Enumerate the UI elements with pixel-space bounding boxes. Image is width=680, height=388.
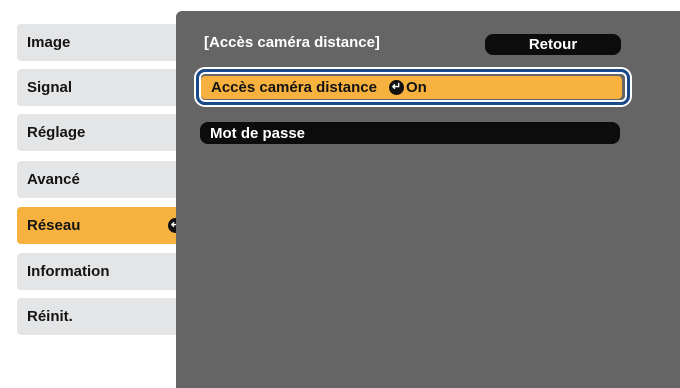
menu-item-label: Information: [27, 263, 110, 280]
option-label: Accès caméra distance: [211, 79, 377, 96]
menu-item-label: Image: [27, 34, 71, 51]
menu-item-information[interactable]: Information: [17, 253, 193, 290]
menu-item-label: Réseau: [27, 217, 81, 234]
menu-item-label: Avancé: [27, 171, 80, 188]
back-button[interactable]: Retour: [485, 34, 621, 55]
menu-item-reglage[interactable]: Réglage: [17, 114, 193, 151]
menu-item-avance[interactable]: Avancé: [17, 161, 193, 198]
menu-item-signal[interactable]: Signal: [17, 69, 193, 106]
menu-item-label: Réglage: [27, 124, 86, 141]
option-value: On: [405, 79, 427, 96]
menu-item-reinit[interactable]: Réinit.: [17, 298, 193, 335]
enter-icon: ↵: [388, 80, 404, 95]
password-option[interactable]: Mot de passe: [200, 122, 620, 144]
menu-item-label: Réinit.: [27, 308, 73, 325]
menu-item-image[interactable]: Image: [17, 24, 193, 61]
panel-title: [Accès caméra distance]: [204, 34, 380, 51]
option-value-group: ↵ On: [388, 79, 427, 96]
menu-item-reseau[interactable]: Réseau ↵: [17, 207, 193, 244]
option-label: Mot de passe: [210, 124, 306, 142]
remote-camera-access-option[interactable]: Accès caméra distance ↵ On: [201, 76, 622, 99]
submenu-panel: [Accès caméra distance] Retour Accès cam…: [176, 11, 680, 388]
menu-item-label: Signal: [27, 79, 73, 96]
